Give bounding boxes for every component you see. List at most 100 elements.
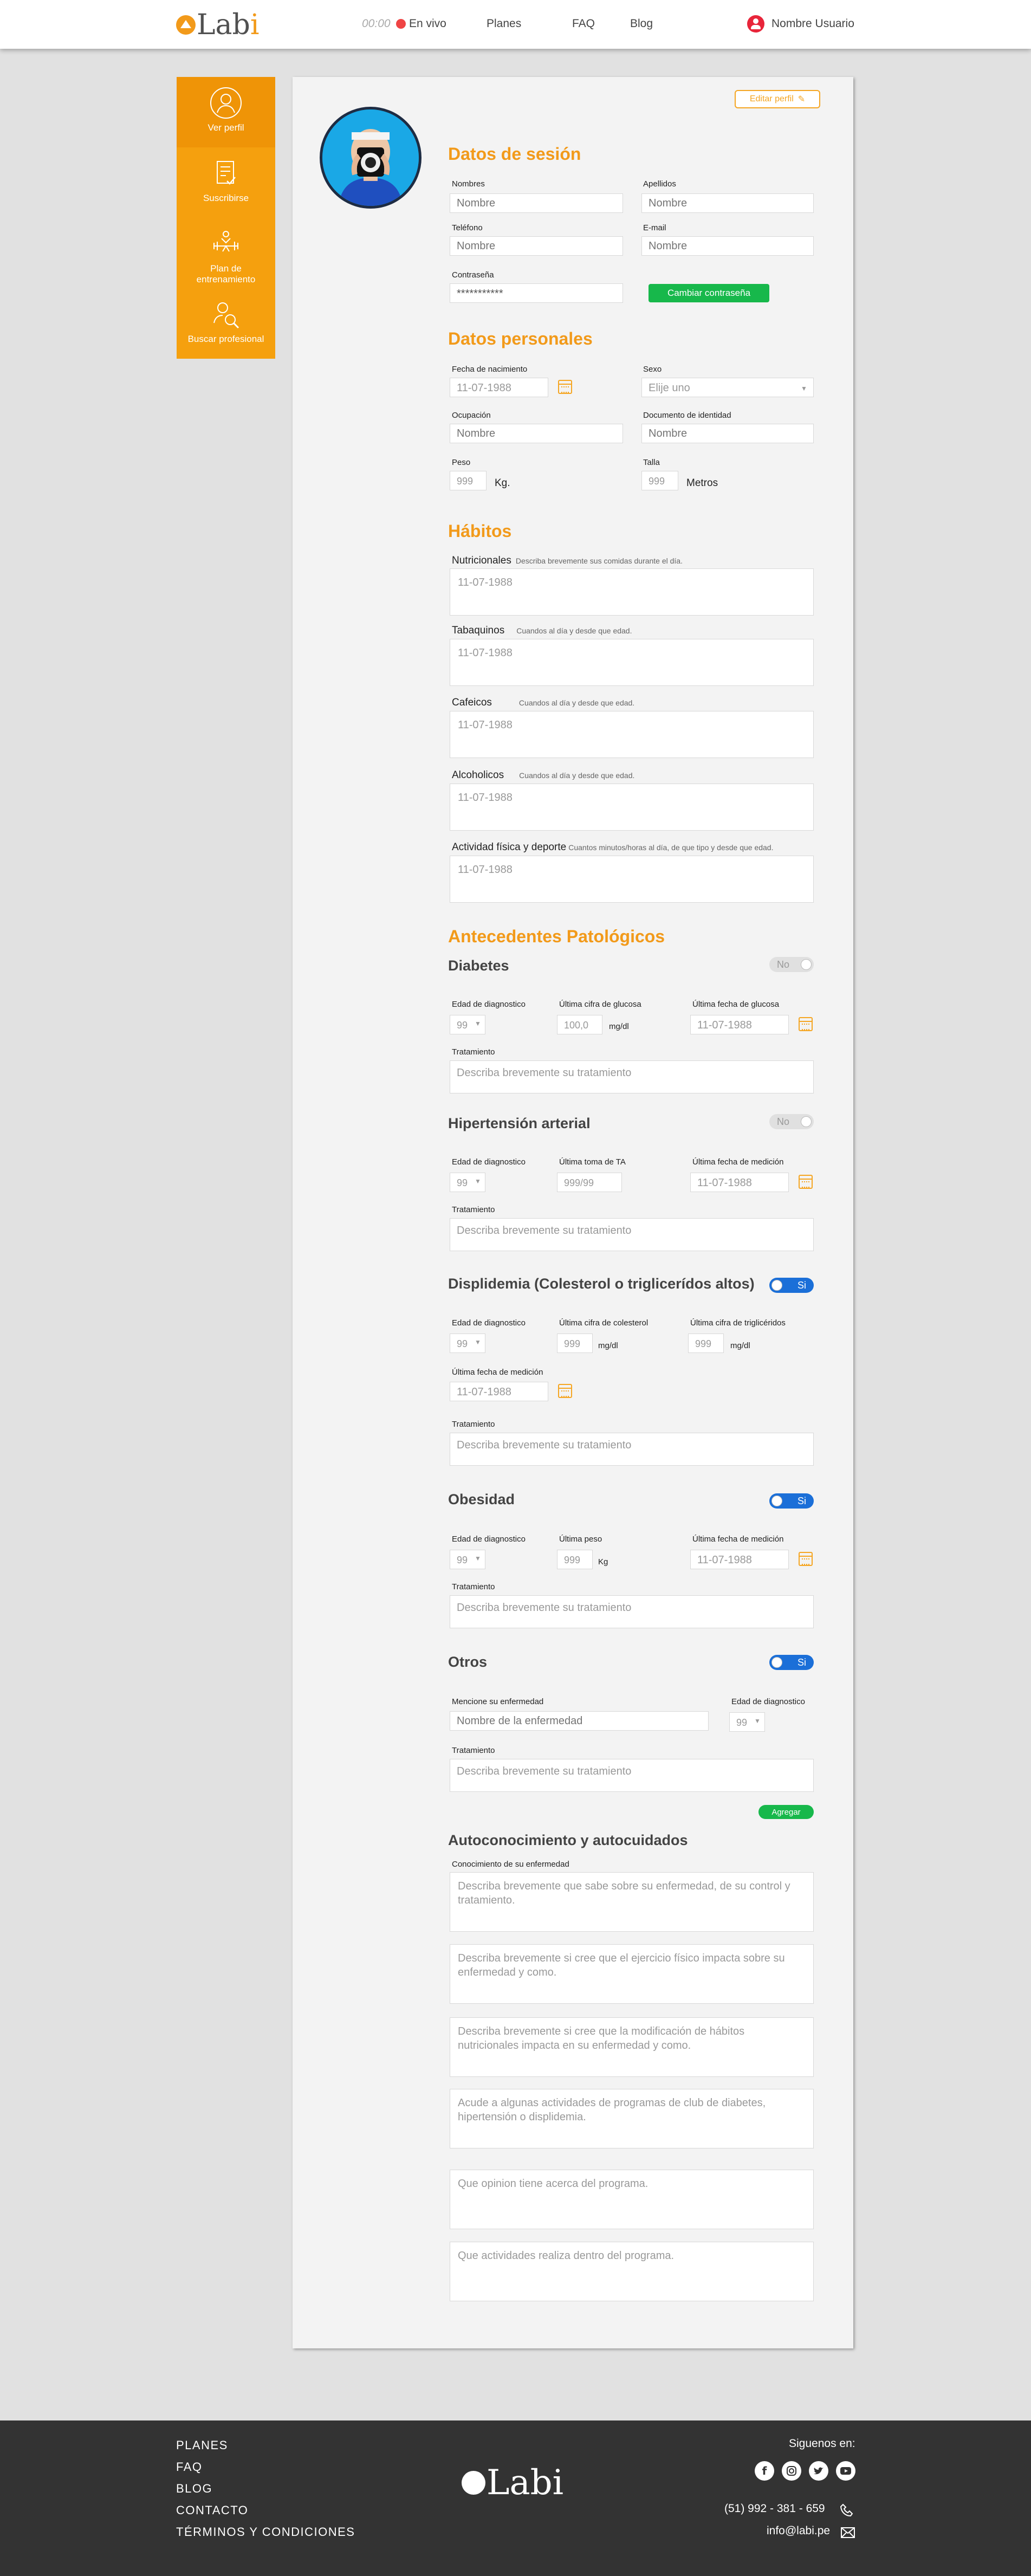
email-label: E-mail (643, 223, 666, 232)
calendar-icon[interactable] (558, 1384, 572, 1398)
agregar-button[interactable]: Agregar (758, 1805, 814, 1819)
habito-nutricionales-textarea[interactable]: 11-07-1988 (450, 568, 814, 616)
footer-phone[interactable]: (51) 992 - 381 - 659 (724, 2502, 825, 2515)
habito-alcoholicos-textarea[interactable]: 11-07-1988 (450, 784, 814, 831)
hipertension-tratamiento-textarea[interactable]: Describa brevemente su tratamiento (450, 1218, 814, 1251)
sidebar-item-plan-entrenamiento[interactable]: Plan de entrenamiento (177, 218, 275, 288)
glucosa-unit: mg/dl (609, 1022, 629, 1031)
fecha-medicion-input[interactable]: 11-07-1988 (450, 1382, 548, 1401)
diabetes-title: Diabetes (448, 957, 509, 974)
habito-label: Tabaquinos Cuandos al día y desde que eda… (452, 625, 632, 636)
peso-input[interactable]: 999 (450, 471, 487, 490)
sidebar-item-suscribirse[interactable]: Suscribirse (177, 147, 275, 218)
live-time: 00:00 (362, 17, 391, 30)
change-password-button[interactable]: Cambiar contraseña (649, 284, 769, 302)
sidebar: Ver perfil Suscribirse Plan de entrenami… (177, 77, 275, 359)
sidebar-item-ver-perfil[interactable]: Ver perfil (177, 77, 275, 147)
checklist-icon (210, 157, 242, 190)
obesidad-toggle[interactable]: Si (769, 1493, 814, 1509)
ta-input[interactable]: 999/99 (557, 1173, 622, 1192)
edit-profile-button[interactable]: Editar perfil ✎ (735, 90, 820, 108)
chevron-down-icon: ▼ (754, 1717, 761, 1725)
habito-actividad-textarea[interactable]: 11-07-1988 (450, 856, 814, 903)
user-icon (210, 87, 242, 119)
trigliceridos-input[interactable]: 999 (688, 1334, 724, 1353)
live-link[interactable]: En vivo (409, 17, 446, 30)
ocupacion-input[interactable] (450, 424, 623, 443)
password-label: Contraseña (452, 270, 494, 280)
dislipidemia-tratamiento-textarea[interactable]: Describa brevemente su tratamiento (450, 1433, 814, 1466)
nacimiento-input[interactable]: 11-07-1988 (450, 378, 548, 397)
talla-unit: Metros (686, 477, 718, 489)
sexo-select[interactable]: Elije uno (641, 378, 814, 397)
colesterol-input[interactable]: 999 (557, 1334, 593, 1353)
autoconocimiento-textarea-4[interactable]: Acude a algunas actividades de programas… (450, 2089, 814, 2148)
footer-link-faq[interactable]: FAQ (176, 2460, 203, 2474)
edad-label: Edad de diagnostico (452, 1535, 526, 1544)
enfermedad-input[interactable] (450, 1711, 709, 1731)
brand-logo[interactable]: Labi (176, 11, 259, 39)
instagram-icon[interactable] (782, 2461, 801, 2481)
fecha-medicion-label: Última fecha de medición (452, 1368, 543, 1377)
autoconocimiento-textarea-1[interactable]: Describa brevemente que sabe sobre su en… (450, 1872, 814, 1932)
otros-toggle[interactable]: Si (769, 1655, 814, 1670)
documento-input[interactable] (641, 424, 814, 443)
autoconocimiento-textarea-3[interactable]: Describa brevemente si cree que la modif… (450, 2017, 814, 2077)
dislipidemia-toggle[interactable]: Si (769, 1278, 814, 1293)
nav-faq[interactable]: FAQ (572, 17, 595, 30)
facebook-icon[interactable]: f (755, 2461, 774, 2481)
fecha-glucosa-input[interactable]: 11-07-1988 (690, 1015, 789, 1034)
talla-input[interactable]: 999 (641, 471, 678, 490)
chevron-down-icon: ▼ (475, 1020, 481, 1027)
fecha-medicion-input[interactable]: 11-07-1988 (690, 1173, 789, 1192)
enfermedad-label: Mencione su enfermedad (452, 1697, 544, 1706)
password-input[interactable]: *********** (450, 283, 623, 303)
habito-cafeicos-textarea[interactable]: 11-07-1988 (450, 711, 814, 758)
hipertension-toggle[interactable]: No (769, 1114, 814, 1129)
habito-label: Nutricionales Describa brevemente sus com… (452, 555, 683, 566)
telefono-input[interactable] (450, 236, 623, 256)
obesidad-peso-input[interactable]: 999 (557, 1550, 593, 1569)
habito-tabaquinos-textarea[interactable]: 11-07-1988 (450, 639, 814, 686)
calendar-icon[interactable] (799, 1017, 813, 1031)
diabetes-tratamiento-textarea[interactable]: Describa brevemente su tratamiento (450, 1060, 814, 1093)
otros-title: Otros (448, 1654, 488, 1670)
autoconocimiento-textarea-2[interactable]: Describa brevemente si cree que el ejerc… (450, 1944, 814, 2004)
user-menu[interactable]: Nombre Usuario (747, 15, 854, 33)
autoconocimiento-textarea-5[interactable]: Que opinion tiene acerca del programa. (450, 2170, 814, 2229)
live-dot-icon (396, 19, 406, 29)
section-title-autoconocimiento: Autoconocimiento y autocuidados (448, 1832, 688, 1848)
tratamiento-label: Tratamiento (452, 1205, 495, 1214)
youtube-icon[interactable] (836, 2461, 855, 2481)
telefono-label: Teléfono (452, 223, 483, 232)
obesidad-tratamiento-textarea[interactable]: Describa brevemente su tratamiento (450, 1595, 814, 1628)
footer-link-contacto[interactable]: CONTACTO (176, 2503, 248, 2517)
calendar-icon[interactable] (558, 380, 572, 394)
nav-blog[interactable]: Blog (630, 17, 653, 30)
twitter-icon[interactable] (809, 2461, 828, 2481)
nacimiento-label: Fecha de nacimiento (452, 365, 528, 374)
footer-email[interactable]: info@labi.pe (767, 2525, 830, 2538)
fecha-medicion-input[interactable]: 11-07-1988 (690, 1550, 789, 1569)
footer-logo[interactable]: Labi (462, 2465, 563, 2500)
sidebar-item-buscar-profesional[interactable]: Buscar profesional (177, 288, 275, 359)
glucosa-input[interactable]: 100,0 (557, 1015, 602, 1034)
calendar-icon[interactable] (799, 1175, 813, 1189)
footer-link-terminos[interactable]: TÉRMINOS Y CONDICIONES (176, 2525, 355, 2539)
sexo-label: Sexo (643, 365, 662, 374)
chevron-down-icon: ▼ (801, 385, 807, 392)
footer-link-planes[interactable]: PLANES (176, 2438, 228, 2452)
diabetes-toggle[interactable]: No (769, 957, 814, 972)
apellidos-input[interactable] (641, 193, 814, 213)
autoconocimiento-textarea-6[interactable]: Que actividades realiza dentro del progr… (450, 2242, 814, 2301)
apellidos-label: Apellidos (643, 179, 676, 189)
nombres-input[interactable] (450, 193, 623, 213)
section-title-patologicos: Antecedentes Patológicos (448, 927, 665, 946)
nav-planes[interactable]: Planes (487, 17, 521, 30)
footer-link-blog[interactable]: BLOG (176, 2482, 212, 2496)
otros-tratamiento-textarea[interactable]: Describa brevemente su tratamiento (450, 1759, 814, 1792)
profile-avatar[interactable] (320, 107, 422, 209)
peso-label: Última peso (559, 1535, 602, 1544)
calendar-icon[interactable] (799, 1552, 813, 1566)
email-input[interactable] (641, 236, 814, 256)
